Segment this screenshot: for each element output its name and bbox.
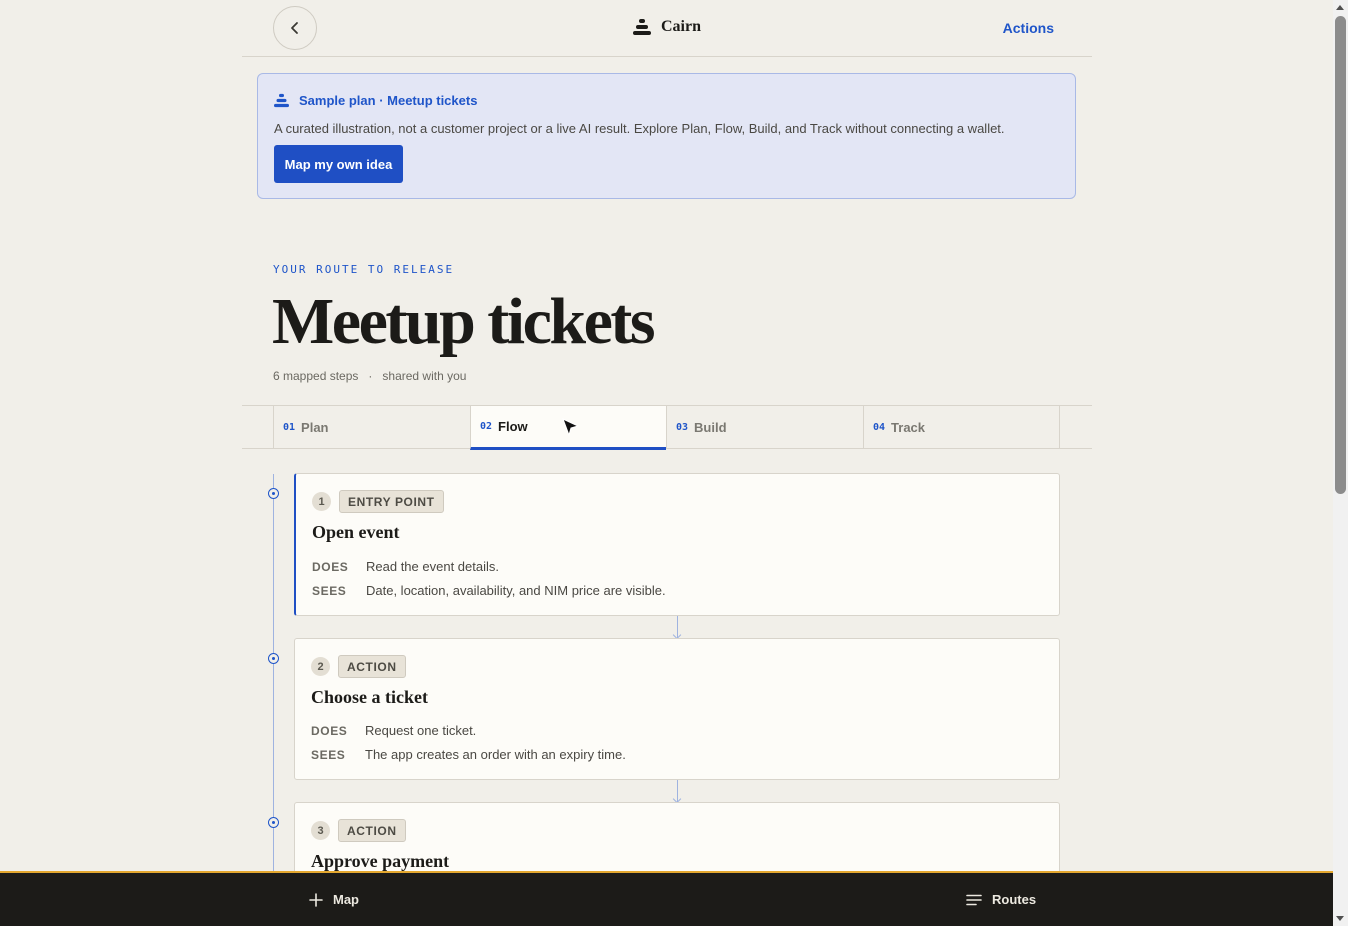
does-value: Request one ticket. — [365, 723, 477, 738]
timeline-node — [268, 817, 279, 828]
step-does-row: DOES Read the event details. — [312, 559, 499, 574]
project-meta: 6 mapped steps · shared with you — [273, 369, 466, 383]
step-type-badge: ACTION — [338, 655, 406, 678]
tab-plan[interactable]: 01 Plan — [273, 406, 470, 449]
sample-plan-banner: Sample plan · Meetup tickets A curated i… — [257, 73, 1076, 199]
tab-label: Track — [891, 420, 926, 435]
tab-label: Build — [694, 420, 727, 435]
map-button[interactable]: Map — [309, 892, 359, 907]
step-number: 2 — [311, 657, 330, 676]
step-connector-arrow — [677, 616, 678, 638]
tabs-divider — [1059, 406, 1060, 449]
step-connector-arrow — [677, 780, 678, 802]
brand-name: Cairn — [661, 18, 701, 35]
banner-description: A curated illustration, not a customer p… — [274, 121, 1005, 136]
banner-header: Sample plan · Meetup tickets — [274, 93, 477, 108]
step-type-badge: ACTION — [338, 819, 406, 842]
actions-link[interactable]: Actions — [1003, 20, 1054, 36]
cairn-stack-icon — [633, 19, 651, 35]
tab-number: 04 — [873, 422, 886, 433]
plus-icon — [309, 892, 323, 907]
step-does-row: DOES Request one ticket. — [311, 723, 476, 738]
step-title: Approve payment — [311, 851, 450, 871]
sees-value: The app creates an order with an expiry … — [365, 747, 626, 762]
flow-step-card[interactable]: 2 ACTION Choose a ticket DOES Request on… — [294, 638, 1060, 780]
brand[interactable]: Cairn — [242, 18, 1092, 36]
steps-count: 6 mapped steps — [273, 369, 359, 383]
step-header: 2 ACTION — [311, 655, 406, 678]
timeline-line — [273, 474, 274, 874]
menu-lines-icon — [966, 894, 982, 905]
routes-label: Routes — [992, 892, 1037, 907]
does-key: DOES — [311, 723, 348, 738]
tab-label: Flow — [498, 419, 528, 434]
step-title: Open event — [312, 522, 400, 542]
scroll-down-icon[interactable] — [1336, 916, 1344, 921]
map-my-own-idea-button[interactable]: Map my own idea — [274, 145, 403, 183]
meta-separator: · — [368, 369, 373, 383]
top-header: Cairn Actions — [242, 0, 1092, 57]
tab-build[interactable]: 03 Build — [666, 406, 863, 449]
mouse-cursor-icon — [562, 418, 580, 437]
cairn-stack-icon — [274, 93, 289, 108]
tab-number: 02 — [480, 421, 493, 432]
step-header: 1 ENTRY POINT — [312, 490, 444, 513]
step-number: 3 — [311, 821, 330, 840]
eyebrow-label: YOUR ROUTE TO RELEASE — [273, 263, 455, 276]
sees-value: Date, location, availability, and NIM pr… — [366, 583, 666, 598]
page-title: Meetup tickets — [272, 285, 656, 358]
tab-number: 01 — [283, 422, 296, 433]
timeline-node — [268, 653, 279, 664]
bottom-nav-bar: Map Routes — [0, 871, 1333, 926]
scrollbar-thumb[interactable] — [1335, 16, 1346, 494]
scroll-up-icon[interactable] — [1336, 5, 1344, 10]
banner-title: Sample plan · Meetup tickets — [299, 93, 478, 108]
step-sees-row: SEES Date, location, availability, and N… — [312, 583, 666, 598]
map-label: Map — [333, 892, 359, 907]
page-scrollbar[interactable] — [1333, 0, 1348, 926]
step-sees-row: SEES The app creates an order with an ex… — [311, 747, 626, 762]
shared-status: shared with you — [382, 369, 467, 383]
does-value: Read the event details. — [366, 559, 499, 574]
tab-label: Plan — [301, 420, 329, 435]
section-tabs: 01 Plan 02 Flow 03 Build 04 Track — [242, 405, 1092, 450]
tab-track[interactable]: 04 Track — [863, 406, 1059, 449]
step-header: 3 ACTION — [311, 819, 406, 842]
step-title: Choose a ticket — [311, 687, 428, 707]
step-number: 1 — [312, 492, 331, 511]
timeline-node — [268, 488, 279, 499]
flow-step-card[interactable]: 1 ENTRY POINT Open event DOES Read the e… — [294, 473, 1060, 616]
sees-key: SEES — [311, 747, 346, 762]
step-type-badge: ENTRY POINT — [339, 490, 444, 513]
routes-button[interactable]: Routes — [966, 892, 1036, 907]
sees-key: SEES — [312, 583, 347, 598]
tab-number: 03 — [676, 422, 689, 433]
does-key: DOES — [312, 559, 349, 574]
